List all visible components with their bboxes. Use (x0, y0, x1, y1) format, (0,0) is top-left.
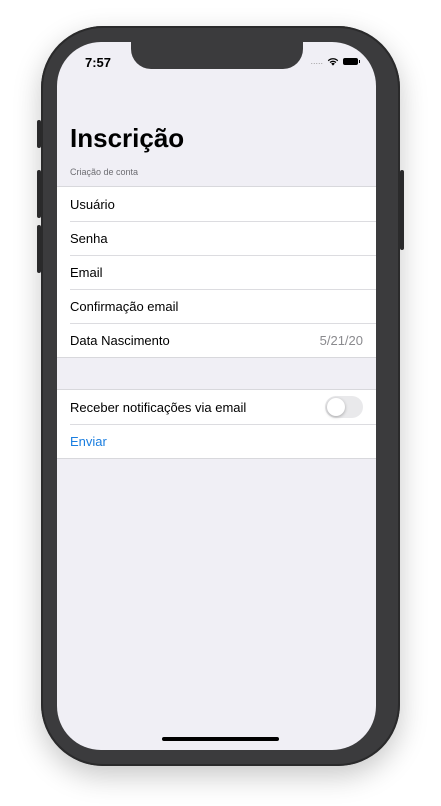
signal-dots-icon: ..... (310, 56, 323, 66)
app-screen: 7:57 ..... Inscrição Criação de conta Us… (57, 42, 376, 750)
notifications-label: Receber notificações via email (70, 399, 247, 415)
notifications-toggle[interactable] (325, 396, 363, 418)
field-label: Confirmação email (70, 298, 179, 314)
notch (131, 42, 303, 69)
submit-row: Enviar (57, 424, 376, 458)
field-label: Usuário (70, 196, 115, 212)
account-form-group: Usuário Senha Email Confirmação email Da… (57, 186, 376, 358)
page-title: Inscrição (70, 123, 185, 153)
status-icons: ..... (310, 56, 360, 66)
status-time: 7:57 (85, 55, 112, 70)
email-field[interactable]: Email (57, 255, 376, 289)
wifi-icon (327, 57, 339, 66)
submit-button[interactable]: Enviar (70, 434, 363, 449)
notifications-row: Receber notificações via email (57, 390, 376, 424)
field-label: Email (70, 264, 103, 280)
toggle-knob (327, 398, 345, 416)
field-label: Senha (70, 230, 108, 246)
password-field[interactable]: Senha (57, 221, 376, 255)
actions-group: Receber notificações via email Enviar (57, 389, 376, 459)
home-indicator[interactable] (162, 737, 279, 741)
power-button (400, 170, 404, 250)
birth-date-value: 5/21/20 (319, 332, 363, 348)
email-confirmation-field[interactable]: Confirmação email (57, 289, 376, 323)
section-header: Criação de conta (70, 167, 139, 177)
device-stage: 7:57 ..... Inscrição Criação de conta Us… (0, 0, 441, 806)
battery-icon (343, 57, 360, 65)
birth-date-picker[interactable]: Data Nascimento 5/21/20 (57, 323, 376, 357)
username-field[interactable]: Usuário (57, 187, 376, 221)
field-label: Data Nascimento (70, 332, 170, 348)
